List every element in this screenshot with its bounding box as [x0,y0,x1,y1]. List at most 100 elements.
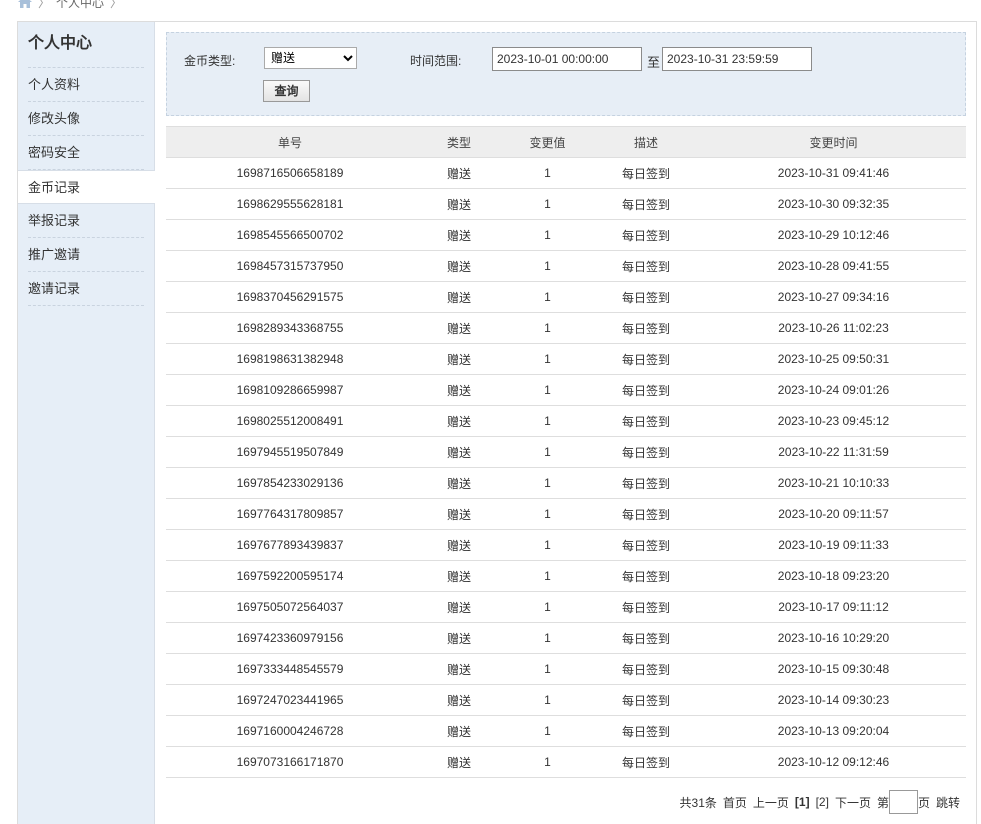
order-no-cell: 1697160004246728 [166,715,414,747]
sidebar-item-label: 推广邀请 [28,247,81,262]
end-time-input[interactable] [662,47,812,71]
time-cell: 2023-10-12 09:12:46 [701,746,966,778]
order-no-cell: 1698457315737950 [166,250,414,282]
table-row: 1698289343368755 赠送 1 每日签到 2023-10-26 11:02:… [166,312,966,344]
current-page: [1] [794,795,810,809]
page-2-link[interactable]: [2] [816,795,829,809]
change-cell: 1 [504,250,591,282]
time-cell: 2023-10-28 09:41:55 [701,250,966,282]
order-no-cell: 1698545566500702 [166,219,414,251]
sidebar-item-profile[interactable]: 个人资料 [18,68,154,102]
coin-type-select[interactable]: 赠送 [264,47,357,69]
table-header-row: 单号 类型 变更值 描述 变更时间 [166,126,966,158]
table-row: 1697854233029136 赠送 1 每日签到 2023-10-21 10:10:… [166,467,966,499]
change-cell: 1 [504,684,591,716]
time-cell: 2023-10-30 09:32:35 [701,188,966,220]
type-cell: 赠送 [414,467,504,499]
first-page-link[interactable]: 首页 [723,794,747,811]
change-cell: 1 [504,715,591,747]
coin-type-label: 金币类型: [184,54,236,68]
description-cell: 每日签到 [591,219,701,251]
description-cell: 每日签到 [591,374,701,406]
sidebar-item-coin-records[interactable]: 金币记录 [18,170,155,204]
order-no-cell: 1697677893439837 [166,529,414,561]
sidebar: 个人中心 个人资料 修改头像 密码安全 金币记录 举报记录 推广邀请 邀请记录 [18,22,155,824]
order-no-cell: 1698629555628181 [166,188,414,220]
description-cell: 每日签到 [591,188,701,220]
column-header-order-no: 单号 [166,126,414,158]
start-time-input[interactable] [492,47,642,71]
description-cell: 每日签到 [591,250,701,282]
description-cell: 每日签到 [591,405,701,437]
table-row: 1697764317809857 赠送 1 每日签到 2023-10-20 09:11:… [166,498,966,530]
sidebar-item-password[interactable]: 密码安全 [18,136,154,170]
type-cell: 赠送 [414,157,504,189]
order-no-cell: 1697945519507849 [166,436,414,468]
home-icon[interactable] [18,0,32,8]
sidebar-item-invite-records[interactable]: 邀请记录 [18,272,154,306]
order-no-cell: 1698289343368755 [166,312,414,344]
table-row: 1697945519507849 赠送 1 每日签到 2023-10-22 11:31:… [166,436,966,468]
order-no-cell: 1697073166171870 [166,746,414,778]
time-cell: 2023-10-31 09:41:46 [701,157,966,189]
sidebar-item-promotion[interactable]: 推广邀请 [18,238,154,272]
table-row: 1697505072564037 赠送 1 每日签到 2023-10-17 09:11:… [166,591,966,623]
order-no-cell: 1697505072564037 [166,591,414,623]
description-cell: 每日签到 [591,498,701,530]
order-no-cell: 1697247023441965 [166,684,414,716]
change-cell: 1 [504,219,591,251]
time-cell: 2023-10-20 09:11:57 [701,498,966,530]
change-cell: 1 [504,653,591,685]
to-label: 至 [647,55,661,70]
type-cell: 赠送 [414,498,504,530]
table-row: 1697677893439837 赠送 1 每日签到 2023-10-19 09:11:… [166,529,966,561]
table-row: 1698109286659987 赠送 1 每日签到 2023-10-24 09:01:… [166,374,966,406]
description-cell: 每日签到 [591,560,701,592]
type-cell: 赠送 [414,560,504,592]
time-cell: 2023-10-21 10:10:33 [701,467,966,499]
description-cell: 每日签到 [591,467,701,499]
goto-prefix: 第 [876,795,889,810]
change-cell: 1 [504,374,591,406]
change-cell: 1 [504,498,591,530]
description-cell: 每日签到 [591,684,701,716]
column-header-change: 变更值 [504,126,591,158]
sidebar-menu: 个人资料 修改头像 密码安全 金币记录 举报记录 推广邀请 邀请记录 [18,68,155,306]
change-cell: 1 [504,157,591,189]
type-cell: 赠送 [414,281,504,313]
sidebar-item-label: 修改头像 [28,111,81,126]
time-cell: 2023-10-29 10:12:46 [701,219,966,251]
column-header-description: 描述 [591,126,701,158]
jump-button[interactable]: 跳转 [936,794,960,811]
order-no-cell: 1697854233029136 [166,467,414,499]
description-cell: 每日签到 [591,746,701,778]
type-cell: 赠送 [414,219,504,251]
table-row: 1698370456291575 赠送 1 每日签到 2023-10-27 09:34:… [166,281,966,313]
table-row: 1698716506658189 赠送 1 每日签到 2023-10-31 09:41:… [166,157,966,189]
change-cell: 1 [504,591,591,623]
breadcrumb: 〉 个人中心 〉 [18,0,122,10]
sidebar-item-label: 邀请记录 [28,281,81,296]
next-page-link[interactable]: 下一页 [835,794,871,811]
table-row: 1698545566500702 赠送 1 每日签到 2023-10-29 10:12:… [166,219,966,251]
description-cell: 每日签到 [591,715,701,747]
change-cell: 1 [504,405,591,437]
sidebar-item-avatar[interactable]: 修改头像 [18,102,154,136]
sidebar-item-reports[interactable]: 举报记录 [18,204,154,238]
pagination: 共31条 首页 上一页 [1] [2] 下一页 第 页 跳转 [680,790,960,814]
prev-page-link[interactable]: 上一页 [753,794,789,811]
time-cell: 2023-10-17 09:11:12 [701,591,966,623]
order-no-cell: 1698025512008491 [166,405,414,437]
change-cell: 1 [504,529,591,561]
type-cell: 赠送 [414,188,504,220]
time-cell: 2023-10-18 09:23:20 [701,560,966,592]
description-cell: 每日签到 [591,591,701,623]
time-cell: 2023-10-26 11:02:23 [701,312,966,344]
query-button[interactable]: 查询 [263,80,310,102]
filter-panel: 金币类型: 赠送 时间范围: 至 查询 [166,32,966,116]
description-cell: 每日签到 [591,653,701,685]
breadcrumb-current[interactable]: 个人中心 [56,0,104,11]
breadcrumb-separator: 〉 [38,0,51,10]
goto-page-input[interactable] [888,790,918,814]
column-header-time: 变更时间 [701,126,966,158]
